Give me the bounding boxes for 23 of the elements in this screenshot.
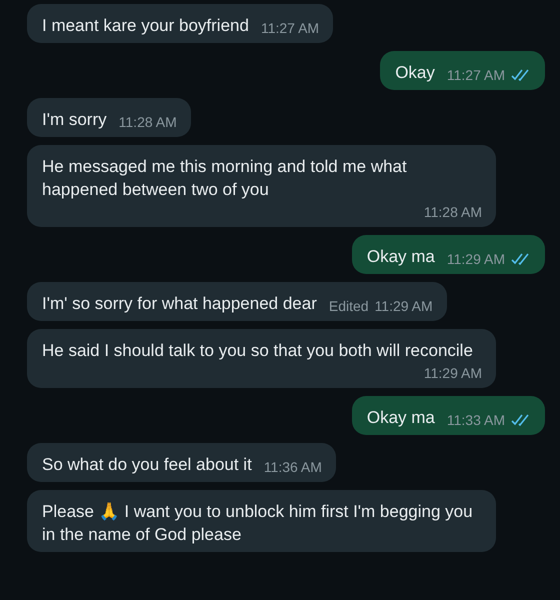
message-text: He said I should talk to you so that you both will reconcile <box>42 340 473 362</box>
message-text: I'm' so sorry for what happened dear <box>42 293 317 315</box>
message-time: 11:28 AM <box>424 203 482 221</box>
message-text: He messaged me this morning and told me what happened between two of you <box>42 156 408 201</box>
message-time: 11:28 AM <box>118 113 177 131</box>
message-time: 11:33 AM <box>446 411 505 429</box>
message-text: Please 🙏 I want you to unblock him first I'm begging you in the name of God please <box>42 501 474 546</box>
edited-label: Edited <box>328 297 369 315</box>
message-text: I'm sorry <box>42 109 107 131</box>
message-time: 11:29 AM <box>374 297 433 315</box>
message-time: 11:29 AM <box>446 250 505 268</box>
message-text: Okay <box>395 62 435 84</box>
message-time: 11:36 AM <box>264 458 322 476</box>
message-time: 11:27 AM <box>446 66 505 84</box>
message-time: 11:29 AM <box>424 364 482 382</box>
double-check-icon <box>511 69 531 81</box>
message-text: Okay ma <box>366 246 435 268</box>
message-text: So what do you feel about it <box>42 454 252 476</box>
message-text: Okay ma <box>366 407 435 429</box>
double-check-icon <box>511 414 531 426</box>
message-text: I meant kare your boyfriend <box>42 15 249 37</box>
double-check-icon <box>511 253 531 265</box>
message-time: 11:27 AM <box>260 19 320 37</box>
